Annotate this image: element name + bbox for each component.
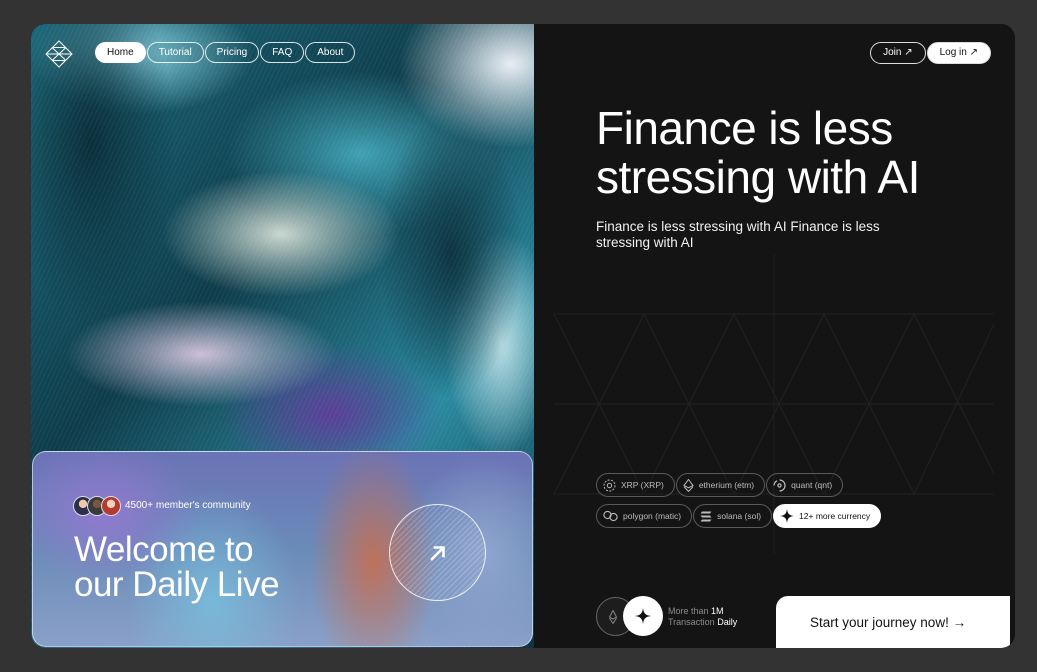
sparkle-badge[interactable] (623, 596, 663, 636)
logo-icon[interactable] (45, 40, 73, 68)
chip-label: 12+ more currency (799, 511, 871, 521)
chip-label: etherium (etm) (698, 480, 755, 490)
member-avatars (73, 496, 121, 516)
page-title: Finance is less stressing with AI (596, 104, 920, 202)
chip-polygon[interactable]: polygon (matic) (596, 504, 693, 528)
login-button[interactable]: Log in ↗ (926, 42, 991, 64)
avatar (101, 496, 121, 516)
welcome-line-2: our Daily Live (74, 565, 280, 604)
ethereum-icon (609, 609, 617, 624)
welcome-line-1: Welcome to (74, 530, 254, 569)
page-subtitle: Finance is less stressing with AI Financ… (596, 219, 880, 250)
chip-label: XRP (XRP) (621, 480, 664, 490)
solana-icon (700, 511, 712, 521)
quant-icon (773, 478, 786, 492)
chip-label: polygon (matic) (623, 511, 682, 521)
nav-faq[interactable]: FAQ (260, 42, 305, 63)
sparkle-icon (635, 608, 651, 624)
content-panel: Join ↗ Log in ↗ Finance is less stressin… (534, 24, 1015, 648)
nav-pricing[interactable]: Pricing (204, 42, 260, 63)
welcome-card: 4500+ member's community Welcome to our … (32, 451, 533, 647)
chip-xrp[interactable]: XRP (XRP) (596, 473, 675, 497)
community-count: 4500+ member's community (125, 500, 251, 511)
main-nav: Home Tutorial Pricing FAQ About (95, 42, 356, 63)
nav-about[interactable]: About (305, 42, 356, 63)
nav-home[interactable]: Home (95, 42, 146, 63)
headline-line-1: Finance is less (596, 102, 893, 154)
arrow-up-right-icon (429, 545, 445, 561)
welcome-heading: Welcome to our Daily Live (74, 530, 280, 604)
chip-label: solana (sol) (717, 511, 762, 521)
stat-suffix: Daily (717, 617, 738, 627)
transaction-stat: More than 1M Transaction Daily (668, 606, 737, 628)
stat-prefix: Transaction (668, 617, 718, 627)
currency-chips: XRP (XRP) etherium (etm) quant (qnt) pol… (596, 473, 896, 535)
chip-quant[interactable]: quant (qnt) (766, 473, 844, 497)
auth-buttons: Join ↗ Log in ↗ (870, 42, 991, 64)
xrp-icon (603, 479, 616, 491)
join-button[interactable]: Join ↗ (870, 42, 926, 64)
chip-solana[interactable]: solana (sol) (693, 504, 773, 528)
stat-value: 1M (711, 606, 724, 616)
nav-tutorial[interactable]: Tutorial (146, 42, 204, 63)
start-journey-button[interactable]: Start your journey now! → (776, 596, 1010, 648)
open-live-button[interactable] (389, 504, 486, 601)
ethereum-icon (683, 478, 694, 492)
chip-label: quant (qnt) (791, 480, 833, 490)
headline-line-2: stressing with AI (596, 151, 920, 203)
main-frame: Home Tutorial Pricing FAQ About 4500+ me… (31, 24, 1015, 648)
sparkle-icon (780, 509, 795, 523)
chip-more-currency[interactable]: 12+ more currency (773, 504, 882, 528)
stat-prefix: More than (668, 606, 712, 616)
polygon-icon (603, 510, 618, 522)
chip-ethereum[interactable]: etherium (etm) (675, 473, 766, 497)
hero-image-panel: Home Tutorial Pricing FAQ About 4500+ me… (31, 24, 534, 648)
